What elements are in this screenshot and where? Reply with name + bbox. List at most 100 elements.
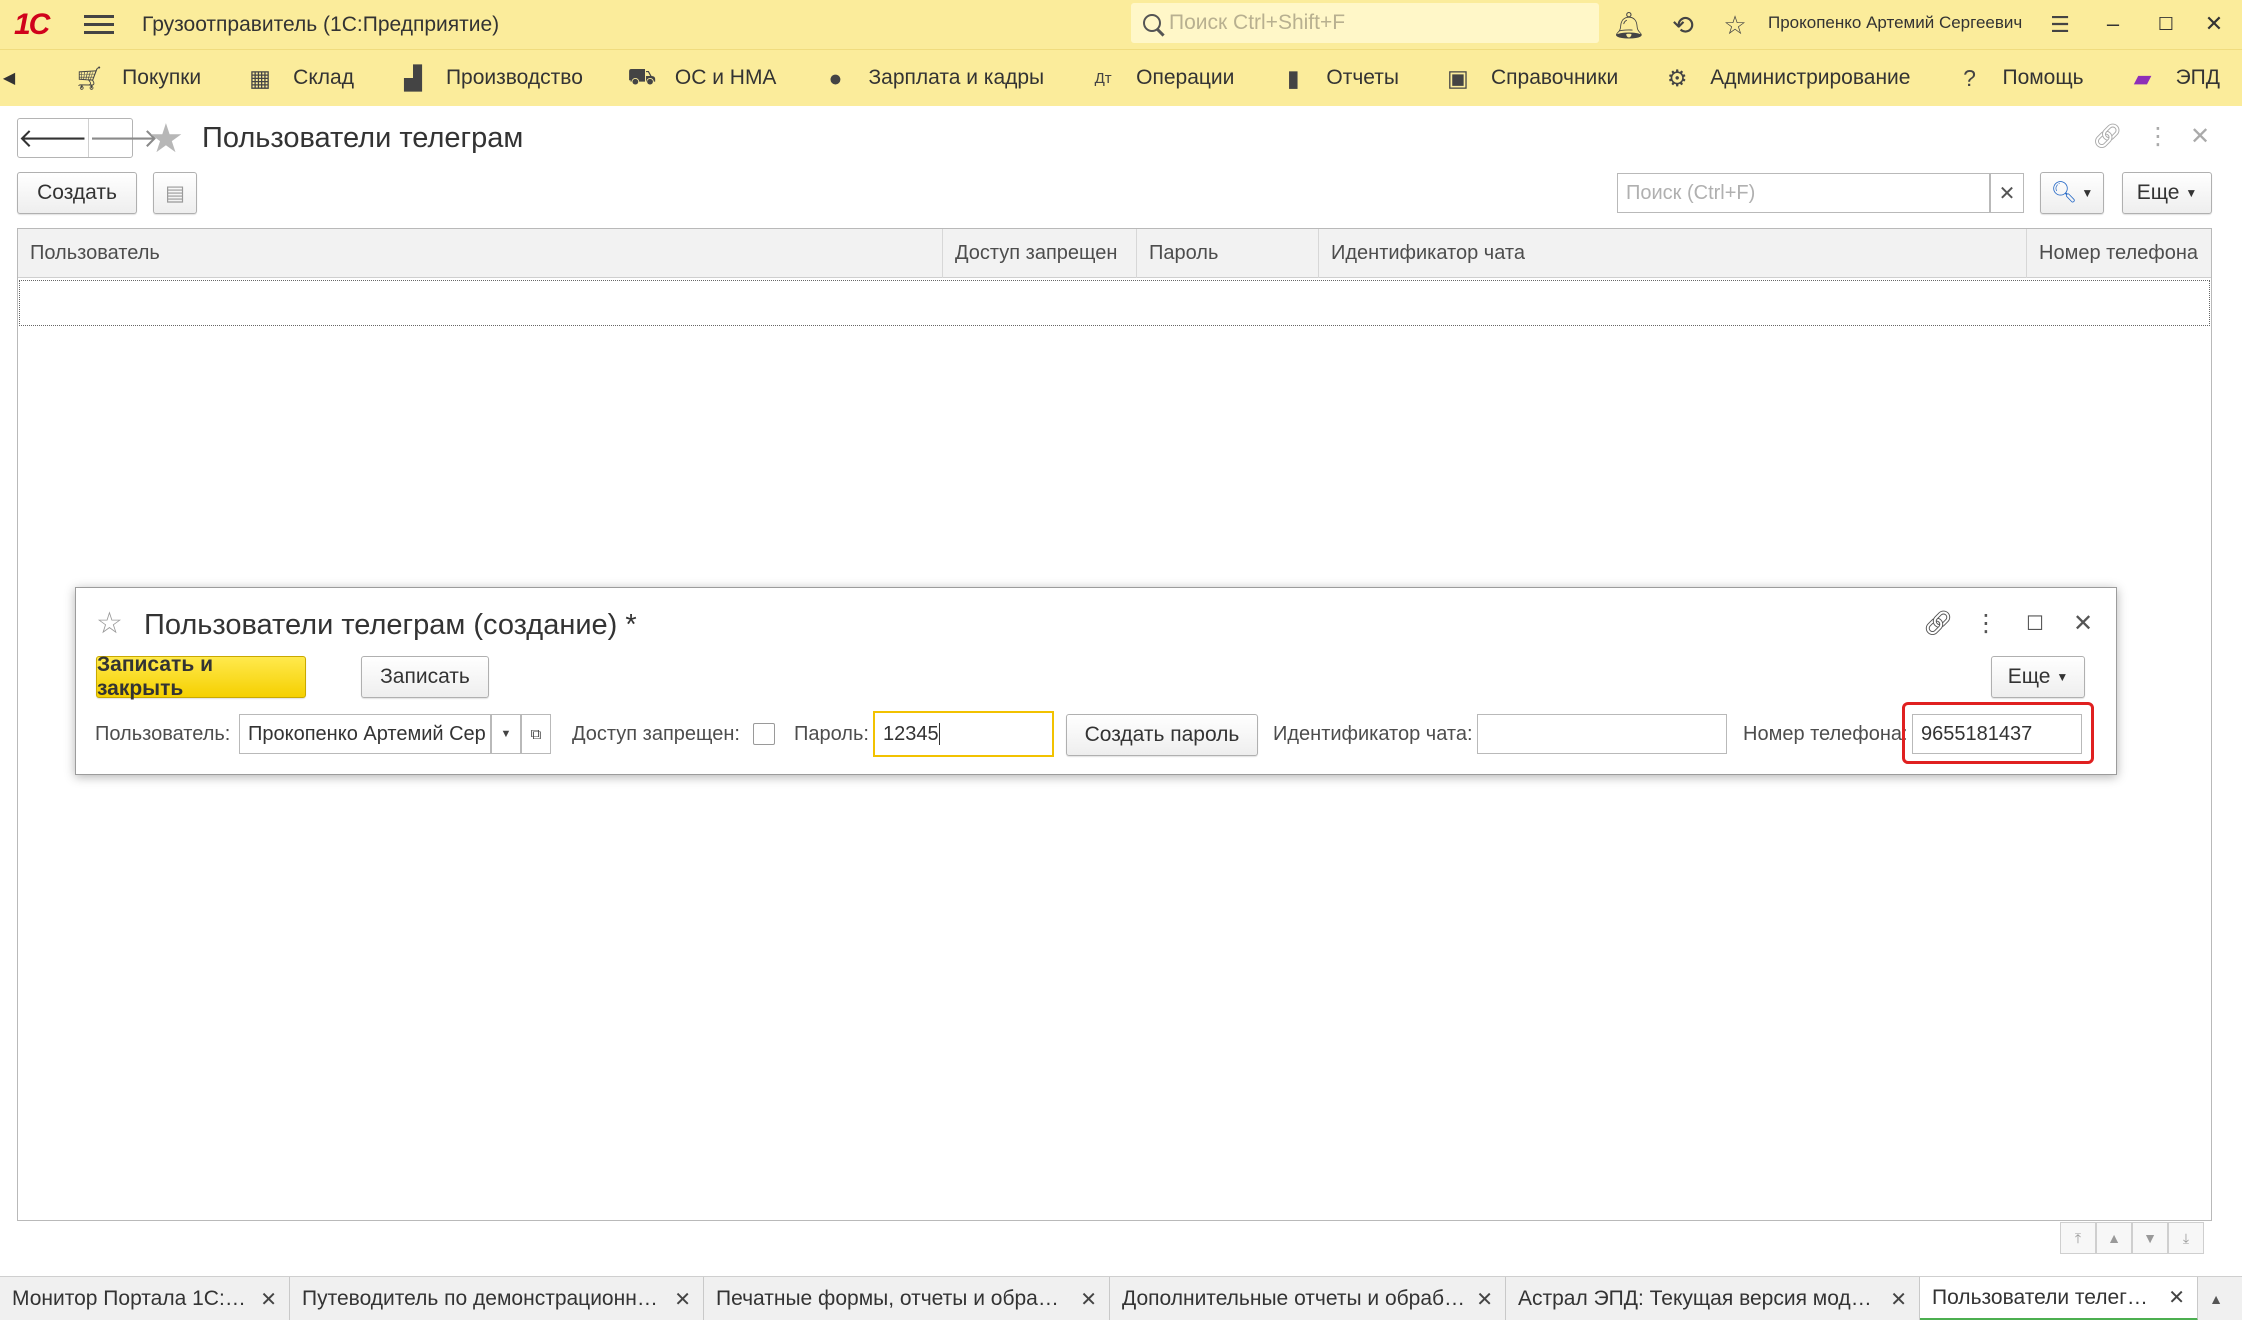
link-icon[interactable]: 🔗︎	[1921, 606, 1955, 640]
tab-astral-epd[interactable]: Астрал ЭПД: Текущая версия модуля ✕	[1506, 1277, 1920, 1320]
close-window-button[interactable]: ✕	[2196, 8, 2232, 40]
favorites-star-icon[interactable]: ☆	[1720, 10, 1750, 40]
current-user-name[interactable]: Прокопенко Артемий Сергеевич	[1768, 13, 2022, 33]
access-denied-checkbox[interactable]	[753, 723, 775, 745]
save-button[interactable]: Записать	[361, 656, 489, 698]
menu-item-reports[interactable]: ▮ Отчеты	[1256, 50, 1421, 107]
cart-icon: 🛒︎	[74, 64, 104, 91]
menu-item-production[interactable]: ▟ Производство	[376, 50, 605, 107]
access-denied-label: Доступ запрещен:	[572, 723, 740, 745]
tab-label: Дополнительные отчеты и обработки	[1122, 1287, 1467, 1310]
search-icon: 🔍︎	[2050, 181, 2078, 204]
create-user-dialog: ☆ Пользователи телеграм (создание) * 🔗︎ …	[75, 587, 2117, 775]
tab-demo-guide[interactable]: Путеводитель по демонстрационной базе ✕	[290, 1277, 704, 1320]
close-icon[interactable]: ✕	[2066, 606, 2100, 640]
maximize-icon[interactable]: ☐	[2018, 606, 2052, 640]
generate-password-button[interactable]: Создать пароль	[1066, 714, 1258, 756]
app-logo: 1С	[14, 7, 50, 41]
user-label: Пользователь:	[95, 723, 231, 745]
scroll-down-button[interactable]: ▼	[2132, 1222, 2168, 1254]
save-and-close-button[interactable]: Записать и закрыть	[96, 653, 306, 700]
create-button[interactable]: Создать	[17, 172, 137, 214]
menu-item-fixed-assets[interactable]: ⛟ ОС и НМА	[605, 50, 799, 107]
table-scroll-buttons: ⤒ ▲ ▼ ⤓	[2060, 1222, 2204, 1254]
global-search-input[interactable]: Поиск Ctrl+Shift+F	[1131, 3, 1599, 43]
minimize-button[interactable]: –	[2095, 8, 2131, 40]
scroll-top-button[interactable]: ⤒	[2060, 1222, 2096, 1254]
password-field[interactable]: 12345	[873, 711, 1054, 757]
close-tab-icon[interactable]: ✕	[1890, 1287, 1907, 1312]
more-vertical-icon[interactable]: ⋮	[1969, 606, 2003, 640]
tab-its-monitor[interactable]: Монитор Портала 1С:ИТС ✕	[0, 1277, 290, 1320]
table-row[interactable]	[19, 280, 2210, 326]
menu-item-label: Операции	[1136, 66, 1235, 89]
favorite-star-icon[interactable]: ★	[148, 116, 184, 162]
tab-print-forms[interactable]: Печатные формы, отчеты и обработки ✕	[704, 1277, 1110, 1320]
search-options-button[interactable]: 🔍︎ ▼	[2040, 172, 2104, 214]
menu-item-salary[interactable]: ● Зарплата и кадры	[798, 50, 1066, 107]
list-search-placeholder: Поиск (Ctrl+F)	[1626, 181, 1756, 204]
chat-id-field[interactable]	[1477, 714, 1727, 754]
column-header-password[interactable]: Пароль	[1137, 229, 1319, 278]
open-windows-tabs: Монитор Портала 1С:ИТС ✕ Путеводитель по …	[0, 1276, 2242, 1320]
menu-item-purchases[interactable]: 🛒︎ Покупки	[18, 50, 223, 107]
open-user-icon[interactable]: ⧉	[521, 714, 551, 754]
bell-icon[interactable]: 🔔︎	[1613, 10, 1646, 40]
menu-item-label: Отчеты	[1326, 66, 1399, 89]
chevron-down-icon: ▼	[2185, 186, 2198, 200]
more-actions-button[interactable]: Еще ▼	[2122, 172, 2212, 214]
menu-item-label: Справочники	[1490, 66, 1619, 89]
user-dropdown-button[interactable]: ▼	[491, 714, 521, 754]
back-button[interactable]: 🡐	[18, 119, 88, 157]
close-tab-icon[interactable]: ✕	[2168, 1285, 2185, 1310]
menu-item-label: Производство	[445, 66, 583, 89]
add-from-list-button[interactable]: ▤	[153, 172, 197, 214]
tab-telegram-users[interactable]: Пользователи телеграм ✕	[1920, 1277, 2198, 1320]
menu-item-label: Склад	[293, 66, 354, 89]
maximize-button[interactable]: ☐	[2148, 8, 2184, 40]
close-tab-icon[interactable]: ✕	[1080, 1287, 1097, 1312]
more-vertical-icon[interactable]: ⋮	[2146, 122, 2170, 151]
column-header-access-denied[interactable]: Доступ запрещен	[943, 229, 1137, 278]
scroll-up-button[interactable]: ▲	[2096, 1222, 2132, 1254]
page-title: Пользователи телеграм	[202, 122, 524, 154]
menu-item-administration[interactable]: ⚙ Администрирование	[1640, 50, 1932, 107]
history-icon[interactable]: ⟲	[1668, 10, 1698, 40]
settings-lines-icon[interactable]: ☰	[2045, 10, 2075, 40]
link-icon[interactable]: 🔗︎	[2092, 122, 2122, 151]
close-tab-icon[interactable]: ✕	[1476, 1287, 1493, 1312]
favorite-star-icon[interactable]: ☆	[96, 606, 123, 641]
tab-additional-reports[interactable]: Дополнительные отчеты и обработки ✕	[1110, 1277, 1506, 1320]
column-header-user[interactable]: Пользователь	[18, 229, 943, 278]
folder-icon: ▰	[2133, 64, 2152, 91]
chat-id-label: Идентификатор чата:	[1273, 723, 1473, 745]
operations-icon: Дт	[1094, 69, 1112, 87]
app-title: Грузоотправитель (1С:Предприятие)	[142, 12, 500, 36]
menu-scroll-left-icon[interactable]: ◀	[0, 68, 18, 88]
tab-label: Пользователи телеграм	[1932, 1285, 2159, 1309]
menu-item-epd[interactable]: ▰ ЭПД	[2106, 50, 2242, 107]
factory-icon: ▟	[404, 64, 422, 91]
list-search-input[interactable]: Поиск (Ctrl+F)	[1617, 173, 1990, 213]
user-field[interactable]: Прокопенко Артемий Сер	[239, 714, 491, 754]
chart-icon: ▮	[1287, 64, 1300, 91]
password-label: Пароль:	[794, 723, 869, 745]
menu-item-catalogs[interactable]: ▣ Справочники	[1421, 50, 1640, 107]
close-form-icon[interactable]: ✕	[2190, 122, 2210, 151]
dialog-more-button[interactable]: Еще ▼	[1991, 656, 2085, 698]
tab-label: Печатные формы, отчеты и обработки	[716, 1287, 1071, 1310]
close-tab-icon[interactable]: ✕	[260, 1287, 277, 1312]
column-header-chat-id[interactable]: Идентификатор чата	[1319, 229, 2027, 278]
menu-item-operations[interactable]: Дт Операции	[1066, 50, 1256, 107]
column-header-phone[interactable]: Номер телефона	[2027, 229, 2211, 278]
scroll-bottom-button[interactable]: ⤓	[2168, 1222, 2204, 1254]
close-tab-icon[interactable]: ✕	[674, 1287, 691, 1312]
chevron-down-icon: ▼	[2056, 670, 2069, 684]
menu-item-warehouse[interactable]: ▦ Склад	[223, 50, 376, 107]
question-icon: ?	[1963, 64, 1976, 91]
tabs-scroll-up-icon[interactable]: ▲	[2198, 1277, 2234, 1320]
main-menu-icon[interactable]	[84, 15, 114, 34]
clear-search-button[interactable]: ✕	[1990, 173, 2024, 213]
menu-item-help[interactable]: ? Помощь	[1932, 50, 2105, 107]
global-search-placeholder: Поиск Ctrl+Shift+F	[1169, 11, 1346, 34]
